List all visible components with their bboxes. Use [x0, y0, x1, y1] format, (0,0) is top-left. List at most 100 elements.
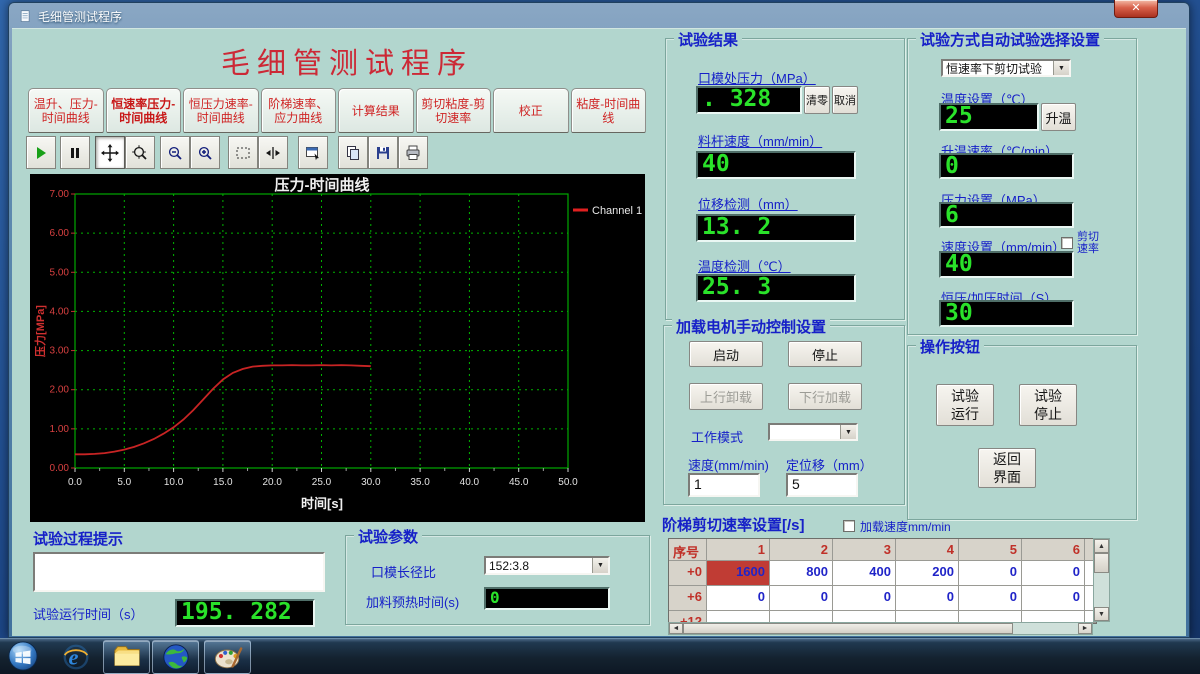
params-panel-title: 试验参数 [354, 526, 422, 547]
title-bar: 毛细管测试程序 [9, 3, 1189, 29]
motor-down-load-button[interactable]: 下行加载 [788, 383, 862, 410]
tab-item[interactable]: 粘度-时间曲线 [571, 88, 647, 133]
tab-item[interactable]: 计算结果 [338, 88, 414, 133]
table-col-header[interactable]: 6 [1022, 539, 1085, 561]
table-row-header[interactable]: +6 [669, 586, 707, 611]
manual-speed-label: 速度(mm/min) [688, 455, 769, 474]
table-col-header[interactable]: 5 [959, 539, 1022, 561]
tab-item[interactable]: 校正 [493, 88, 569, 133]
paint-icon [213, 642, 243, 672]
table-cell[interactable]: 0 [707, 586, 770, 611]
svg-text:20.0: 20.0 [262, 477, 282, 488]
fit-axes-button[interactable] [258, 136, 288, 169]
motor-stop-button[interactable]: 停止 [788, 341, 862, 367]
print-icon [404, 144, 422, 162]
table-horizontal-scrollbar[interactable]: ◄ ► [668, 622, 1093, 635]
table-cell[interactable]: 0 [770, 586, 833, 611]
shear-rate-checkbox[interactable] [1061, 237, 1073, 249]
scroll-left-icon[interactable]: ◄ [669, 623, 683, 634]
tab-item[interactable]: 阶梯速率、应力曲线 [261, 88, 337, 133]
close-button[interactable]: ✕ [1114, 0, 1158, 18]
table-cell[interactable]: 1600 [707, 561, 770, 586]
table-row-header[interactable]: +0 [669, 561, 707, 586]
taskbar-ie-button[interactable]: e [56, 640, 96, 674]
table-col-header[interactable]: 1 [707, 539, 770, 561]
properties-button[interactable] [298, 136, 328, 169]
return-ui-button[interactable]: 返回界面 [978, 448, 1036, 488]
tab-item[interactable]: 剪切粘度-剪切速率 [416, 88, 492, 133]
play-button[interactable] [26, 136, 56, 169]
auto-test-panel-title: 试验方式自动试验选择设置 [916, 29, 1104, 50]
displacement-label: 定位移（mm） [786, 455, 873, 474]
copy-button[interactable] [338, 136, 368, 169]
table-col-header[interactable]: 3 [833, 539, 896, 561]
hint-textbox[interactable] [33, 552, 325, 592]
scroll-down-icon[interactable]: ▼ [1094, 607, 1109, 621]
table-cell[interactable]: 0 [1022, 586, 1085, 611]
taskbar-globe-button[interactable] [152, 640, 199, 674]
zoom-window-button[interactable] [125, 136, 155, 169]
chevron-down-icon[interactable]: ▼ [592, 558, 608, 573]
pause-button[interactable] [60, 136, 90, 169]
preheat-label: 加料预热时间(s) [366, 592, 459, 611]
table-cell[interactable]: 800 [770, 561, 833, 586]
taskbar-explorer-button[interactable] [103, 640, 150, 674]
vertical-scroll-thumb[interactable] [1094, 553, 1109, 573]
horizontal-scroll-thumb[interactable] [683, 623, 1013, 634]
table-cell[interactable]: 0 [1022, 561, 1085, 586]
window-title: 毛细管测试程序 [38, 8, 122, 25]
taskbar-paint-button[interactable] [204, 640, 251, 674]
table-vertical-scrollbar[interactable]: ▲ ▼ [1093, 538, 1110, 622]
scroll-up-icon[interactable]: ▲ [1094, 539, 1109, 553]
auto-value-display: 6 [939, 202, 1074, 228]
print-button[interactable] [398, 136, 428, 169]
test-run-button[interactable]: 试验运行 [936, 384, 994, 426]
work-mode-dropdown[interactable]: ▼ [768, 423, 858, 441]
result-value-display: 13. 2 [696, 214, 856, 242]
save-icon [374, 144, 392, 162]
table-cell[interactable]: 0 [833, 586, 896, 611]
auto-test-panel: 试验方式自动试验选择设置 恒速率下剪切试验 ▼ 温度设置（℃）25升温升温速率（… [907, 38, 1137, 335]
die-ratio-dropdown[interactable]: 152:3.8 ▼ [484, 556, 610, 575]
chevron-down-icon[interactable]: ▼ [840, 425, 856, 439]
step-rate-table[interactable]: 序号123456+0160080040020000+6000000+12 [668, 538, 1097, 624]
table-cell[interactable]: 400 [833, 561, 896, 586]
heat-up-button[interactable]: 升温 [1041, 103, 1076, 131]
client-area: 毛细管测试程序 温升、压力-时间曲线恒速率压力-时间曲线恒压力速率-时间曲线阶梯… [12, 28, 1186, 636]
table-col-header[interactable]: 2 [770, 539, 833, 561]
load-speed-checkbox-label: 加载速度mm/min [860, 518, 951, 535]
motor-start-button[interactable]: 启动 [689, 341, 763, 367]
save-button[interactable] [368, 136, 398, 169]
fit-axes-icon [264, 144, 282, 162]
pressure-time-chart[interactable]: 0.05.010.015.020.025.030.035.040.045.050… [30, 174, 645, 522]
window-icon [19, 9, 32, 24]
chart-toolbar [26, 136, 428, 169]
tab-active[interactable]: 恒速率压力-时间曲线 [106, 88, 182, 133]
cancel-button[interactable]: 取消 [832, 86, 858, 114]
scroll-right-icon[interactable]: ► [1078, 623, 1092, 634]
table-corner-header[interactable]: 序号 [669, 539, 707, 561]
chevron-down-icon[interactable]: ▼ [1053, 61, 1069, 75]
table-cell[interactable]: 200 [896, 561, 959, 586]
displacement-input[interactable]: 5 [786, 473, 858, 497]
table-cell[interactable]: 0 [959, 586, 1022, 611]
table-cell[interactable]: 0 [896, 586, 959, 611]
preheat-display: 0 [484, 587, 610, 610]
load-speed-checkbox[interactable] [843, 520, 855, 532]
test-stop-button[interactable]: 试验停止 [1019, 384, 1077, 426]
zero-button[interactable]: 清零 [804, 86, 830, 114]
manual-speed-input[interactable]: 1 [688, 473, 760, 497]
zoom-in-button[interactable] [190, 136, 220, 169]
test-mode-dropdown[interactable]: 恒速率下剪切试验 ▼ [941, 59, 1071, 77]
table-col-header[interactable]: 4 [896, 539, 959, 561]
pan-button[interactable] [95, 136, 125, 169]
motor-up-unload-button[interactable]: 上行卸载 [689, 383, 763, 410]
table-cell[interactable]: 0 [959, 561, 1022, 586]
zoom-out-button[interactable] [160, 136, 190, 169]
start-button[interactable] [5, 640, 43, 674]
select-rect-button[interactable] [228, 136, 258, 169]
svg-text:40.0: 40.0 [460, 477, 480, 488]
pan-icon [101, 144, 119, 162]
tab-item[interactable]: 温升、压力-时间曲线 [28, 88, 104, 133]
tab-item[interactable]: 恒压力速率-时间曲线 [183, 88, 259, 133]
